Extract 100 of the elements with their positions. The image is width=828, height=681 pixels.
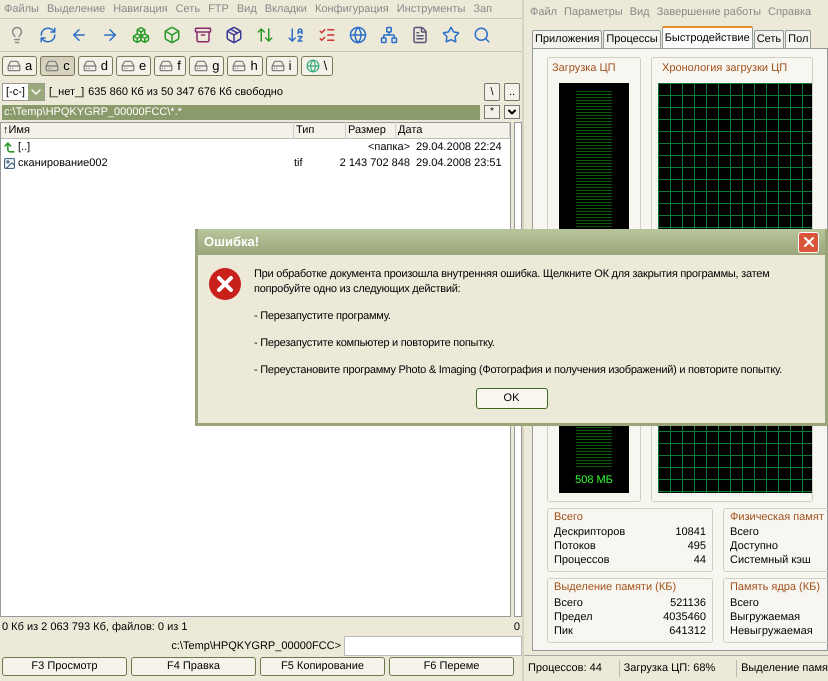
drive-icon — [232, 59, 246, 73]
filter-button[interactable]: * — [484, 105, 500, 119]
stat-label: Пик — [554, 624, 573, 638]
stat-value: 495 — [688, 539, 706, 553]
column-header[interactable]: ↑Имя — [1, 122, 294, 139]
status-text: Выделение памя — [740, 661, 828, 676]
group-title: Всего — [554, 510, 584, 524]
package-icon[interactable] — [225, 26, 243, 44]
dropdown-icon — [28, 84, 44, 100]
free-space-text: 635 860 Кб из 50 347 676 Кб свободно — [88, 84, 283, 100]
drive-button[interactable]: i — [266, 56, 298, 76]
stat-label: Выгружаемая — [730, 610, 800, 624]
path-bar: c:\Temp\HPQKYGRP_00000FCC\*.* — [2, 104, 480, 120]
refresh-icon[interactable] — [39, 26, 57, 44]
status-text: Процессов: 44 — [524, 660, 620, 677]
network-icon[interactable] — [380, 26, 398, 44]
stat-label: Невыгружаемая — [730, 624, 813, 638]
file-name: сканирование002 — [18, 156, 108, 171]
star-icon[interactable] — [442, 26, 460, 44]
file-size: 2 143 702 848 — [340, 156, 410, 169]
up-arrow-icon — [3, 140, 16, 154]
history-button[interactable] — [504, 105, 520, 119]
status-text: Загрузка ЦП: 68% — [620, 660, 738, 677]
drive-icon — [82, 59, 97, 73]
tab[interactable]: Процессы — [603, 30, 661, 48]
dialog-message: - Переустановите программу Photo & Imaging (Фотография и получения изображений) и повторите попытку. — [254, 363, 783, 378]
stat-label: Доступно — [730, 539, 778, 553]
file-name: [..] — [18, 140, 30, 155]
ok-button[interactable]: OK — [476, 388, 548, 409]
dialog-message: - Перезапустите компьютер и повторите попытку. — [254, 336, 496, 351]
group-title: Память ядра (КБ) — [730, 580, 821, 595]
checklist-icon[interactable] — [318, 26, 336, 44]
drive-button[interactable]: a — [2, 56, 38, 76]
tab[interactable]: Сеть — [754, 30, 784, 48]
group-title: Выделение памяти (КБ) — [554, 580, 678, 595]
archive-icon[interactable] — [194, 26, 212, 44]
group-title: Физическая памят — [730, 510, 824, 524]
file-row[interactable]: [..] <папка> 29.04.2008 22:24 — [1, 139, 510, 155]
file-size: <папка> — [368, 140, 410, 153]
file-date: 29.04.2008 22:24 — [415, 140, 502, 155]
column-header[interactable]: Размер — [346, 122, 396, 139]
command-field[interactable] — [344, 636, 522, 656]
drive-icon — [45, 59, 60, 73]
search-icon[interactable] — [473, 26, 491, 44]
stat-value: 10841 — [675, 525, 706, 539]
nav-button[interactable]: \ — [484, 83, 500, 101]
group-title: Загрузка ЦП — [551, 61, 617, 76]
cubes-icon[interactable] — [132, 26, 150, 44]
column-header[interactable]: Тип — [294, 122, 346, 139]
stat-label: Процессов — [554, 553, 610, 567]
drive-icon — [120, 59, 135, 73]
function-key-button[interactable]: F4 Правка — [131, 657, 256, 676]
globe-icon[interactable] — [349, 26, 367, 44]
stat-value: 521136 — [670, 596, 706, 610]
function-key-button[interactable]: F6 Переме — [389, 657, 514, 676]
drive-icon — [270, 59, 285, 73]
stat-value: 641312 — [669, 624, 706, 638]
tab[interactable]: Быстродействие — [662, 26, 753, 48]
stat-label: Системный кэш — [730, 553, 811, 567]
file-date: 29.04.2008 23:51 — [415, 156, 502, 171]
stat-value: 4035460 — [663, 610, 706, 624]
drive-button[interactable]: g — [189, 56, 224, 76]
drive-button[interactable]: f — [154, 56, 186, 76]
arrow-right-icon[interactable] — [101, 26, 119, 44]
stat-label: Всего — [730, 525, 759, 539]
drive-button[interactable]: \ — [300, 56, 333, 76]
drive-button[interactable]: e — [116, 56, 152, 76]
dialog-message: При обработке документа произошла внутренняя ошибка. Щелкните ОК для закрытия программы, затем попробуйте одно из следующих действий: — [254, 267, 770, 297]
file-type: tif — [294, 156, 303, 169]
status-text: 0 — [514, 620, 520, 635]
drive-button[interactable]: d — [78, 56, 113, 76]
drive-icon — [7, 59, 21, 73]
column-header[interactable]: Дата — [396, 122, 510, 139]
group-title: Хронология загрузки ЦП — [661, 61, 788, 76]
dialog-title: Ошибка! — [204, 233, 260, 252]
arrows-up-down-icon[interactable] — [256, 26, 274, 44]
function-key-button[interactable]: F5 Копирование — [260, 657, 385, 676]
tab[interactable]: Пол — [785, 30, 812, 48]
stat-value: 44 — [694, 553, 706, 567]
drive-icon — [194, 59, 208, 73]
stat-label: Всего — [730, 596, 759, 610]
sort-icon[interactable] — [287, 26, 305, 44]
stat-label: Предел — [554, 610, 592, 624]
drive-select[interactable]: [-c-] — [2, 83, 45, 101]
stat-label: Потоков — [554, 539, 596, 553]
close-button[interactable] — [798, 232, 819, 252]
volume-label: [_нет_] — [48, 84, 84, 100]
memory-reading: 508 МБ — [575, 473, 613, 488]
network-drive-icon — [306, 59, 320, 73]
status-text: 0 Кб из 2 063 793 Кб, файлов: 0 из 1 — [2, 620, 188, 635]
error-icon — [208, 267, 242, 301]
drive-button[interactable]: h — [227, 56, 263, 76]
nav-button[interactable]: .. — [504, 83, 520, 101]
function-key-button[interactable]: F3 Просмотр — [2, 657, 127, 676]
document-icon[interactable] — [411, 26, 429, 44]
cube-icon[interactable] — [163, 26, 181, 44]
tab[interactable]: Приложения — [532, 30, 602, 48]
drive-button[interactable]: c — [40, 56, 75, 76]
image-file-icon — [3, 156, 16, 170]
file-row[interactable]: сканирование002 tif 2 143 702 848 29.04.2008 23:51 — [1, 155, 510, 171]
